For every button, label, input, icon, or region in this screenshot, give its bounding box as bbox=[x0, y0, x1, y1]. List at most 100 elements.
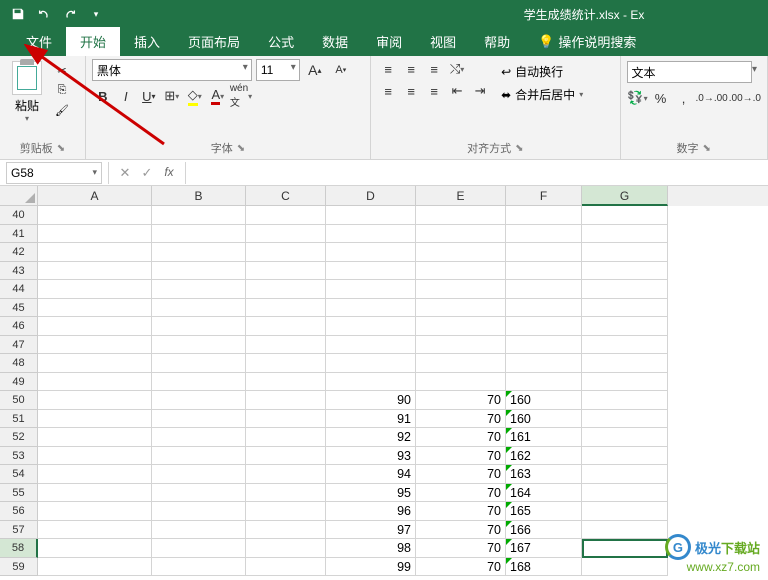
cell-F56[interactable]: 165 bbox=[506, 502, 582, 521]
row-header-43[interactable]: 43 bbox=[0, 262, 38, 281]
cell-B55[interactable] bbox=[152, 484, 246, 503]
cell-E48[interactable] bbox=[416, 354, 506, 373]
cell-C53[interactable] bbox=[246, 447, 326, 466]
cell-D57[interactable]: 97 bbox=[326, 521, 416, 540]
font-launcher[interactable]: ⬊ bbox=[237, 143, 245, 154]
col-header-D[interactable]: D bbox=[326, 186, 416, 206]
cell-D43[interactable] bbox=[326, 262, 416, 281]
cell-D49[interactable] bbox=[326, 373, 416, 392]
cell-C42[interactable] bbox=[246, 243, 326, 262]
tab-home[interactable]: 开始 bbox=[66, 27, 120, 56]
copy-button[interactable]: ⎘ bbox=[52, 81, 72, 99]
cell-D59[interactable]: 99 bbox=[326, 558, 416, 577]
tab-review[interactable]: 审阅 bbox=[362, 27, 416, 56]
cell-D50[interactable]: 90 bbox=[326, 391, 416, 410]
paste-button[interactable]: 粘贴 ▾ bbox=[6, 59, 48, 123]
cell-F55[interactable]: 164 bbox=[506, 484, 582, 503]
cell-D40[interactable] bbox=[326, 206, 416, 225]
cell-D56[interactable]: 96 bbox=[326, 502, 416, 521]
cell-B52[interactable] bbox=[152, 428, 246, 447]
number-launcher[interactable]: ⬊ bbox=[703, 143, 711, 154]
save-button[interactable] bbox=[6, 2, 30, 26]
cut-button[interactable]: ✂ bbox=[52, 61, 72, 79]
decrease-font-button[interactable]: A▾ bbox=[330, 59, 352, 81]
cell-F49[interactable] bbox=[506, 373, 582, 392]
cell-C49[interactable] bbox=[246, 373, 326, 392]
cell-E46[interactable] bbox=[416, 317, 506, 336]
cell-A40[interactable] bbox=[38, 206, 152, 225]
qat-customize[interactable]: ▾ bbox=[84, 2, 108, 26]
cell-B43[interactable] bbox=[152, 262, 246, 281]
percent-format-button[interactable]: % bbox=[650, 87, 672, 109]
cell-F43[interactable] bbox=[506, 262, 582, 281]
cell-G47[interactable] bbox=[582, 336, 668, 355]
row-header-58[interactable]: 58 bbox=[0, 539, 38, 558]
tab-layout[interactable]: 页面布局 bbox=[174, 27, 254, 56]
fx-button[interactable]: fx bbox=[159, 165, 179, 181]
cell-C50[interactable] bbox=[246, 391, 326, 410]
cell-F45[interactable] bbox=[506, 299, 582, 318]
cell-B53[interactable] bbox=[152, 447, 246, 466]
row-header-40[interactable]: 40 bbox=[0, 206, 38, 225]
cell-B44[interactable] bbox=[152, 280, 246, 299]
cell-E57[interactable]: 70 bbox=[416, 521, 506, 540]
align-center-button[interactable]: ≡ bbox=[400, 81, 422, 101]
cell-C57[interactable] bbox=[246, 521, 326, 540]
cell-B54[interactable] bbox=[152, 465, 246, 484]
cell-A49[interactable] bbox=[38, 373, 152, 392]
cell-B59[interactable] bbox=[152, 558, 246, 577]
cell-A52[interactable] bbox=[38, 428, 152, 447]
cell-F42[interactable] bbox=[506, 243, 582, 262]
row-header-47[interactable]: 47 bbox=[0, 336, 38, 355]
tab-data[interactable]: 数据 bbox=[308, 27, 362, 56]
cell-E41[interactable] bbox=[416, 225, 506, 244]
cell-A46[interactable] bbox=[38, 317, 152, 336]
merge-center-button[interactable]: ⬌合并后居中 ▾ bbox=[495, 84, 589, 105]
cell-C48[interactable] bbox=[246, 354, 326, 373]
cell-G42[interactable] bbox=[582, 243, 668, 262]
cell-A42[interactable] bbox=[38, 243, 152, 262]
row-header-56[interactable]: 56 bbox=[0, 502, 38, 521]
cell-F48[interactable] bbox=[506, 354, 582, 373]
cell-G41[interactable] bbox=[582, 225, 668, 244]
increase-decimal-button[interactable]: .0→.00 bbox=[696, 87, 728, 109]
cell-E55[interactable]: 70 bbox=[416, 484, 506, 503]
underline-button[interactable]: U ▾ bbox=[138, 85, 160, 107]
tab-insert[interactable]: 插入 bbox=[120, 27, 174, 56]
col-header-A[interactable]: A bbox=[38, 186, 152, 206]
col-header-B[interactable]: B bbox=[152, 186, 246, 206]
cell-F54[interactable]: 163 bbox=[506, 465, 582, 484]
cell-E49[interactable] bbox=[416, 373, 506, 392]
enter-formula-button[interactable]: ✓ bbox=[137, 165, 157, 181]
cell-D47[interactable] bbox=[326, 336, 416, 355]
cell-G48[interactable] bbox=[582, 354, 668, 373]
tab-view[interactable]: 视图 bbox=[416, 27, 470, 56]
col-header-E[interactable]: E bbox=[416, 186, 506, 206]
col-header-F[interactable]: F bbox=[506, 186, 582, 206]
cell-G57[interactable] bbox=[582, 521, 668, 540]
cell-A51[interactable] bbox=[38, 410, 152, 429]
cell-B41[interactable] bbox=[152, 225, 246, 244]
tab-formulas[interactable]: 公式 bbox=[254, 27, 308, 56]
cell-F51[interactable]: 160 bbox=[506, 410, 582, 429]
cell-D46[interactable] bbox=[326, 317, 416, 336]
italic-button[interactable]: I bbox=[115, 85, 137, 107]
row-header-50[interactable]: 50 bbox=[0, 391, 38, 410]
row-header-53[interactable]: 53 bbox=[0, 447, 38, 466]
cell-A45[interactable] bbox=[38, 299, 152, 318]
cell-F46[interactable] bbox=[506, 317, 582, 336]
cell-F41[interactable] bbox=[506, 225, 582, 244]
cell-C41[interactable] bbox=[246, 225, 326, 244]
tab-help[interactable]: 帮助 bbox=[470, 27, 524, 56]
decrease-indent-button[interactable]: ⇤ bbox=[446, 81, 468, 101]
cell-G56[interactable] bbox=[582, 502, 668, 521]
phonetic-button[interactable]: wén文 bbox=[230, 85, 252, 107]
cell-C59[interactable] bbox=[246, 558, 326, 577]
tab-file[interactable]: 文件 bbox=[12, 27, 66, 56]
cell-D48[interactable] bbox=[326, 354, 416, 373]
row-header-45[interactable]: 45 bbox=[0, 299, 38, 318]
cell-A44[interactable] bbox=[38, 280, 152, 299]
cell-E54[interactable]: 70 bbox=[416, 465, 506, 484]
cell-E50[interactable]: 70 bbox=[416, 391, 506, 410]
row-header-57[interactable]: 57 bbox=[0, 521, 38, 540]
